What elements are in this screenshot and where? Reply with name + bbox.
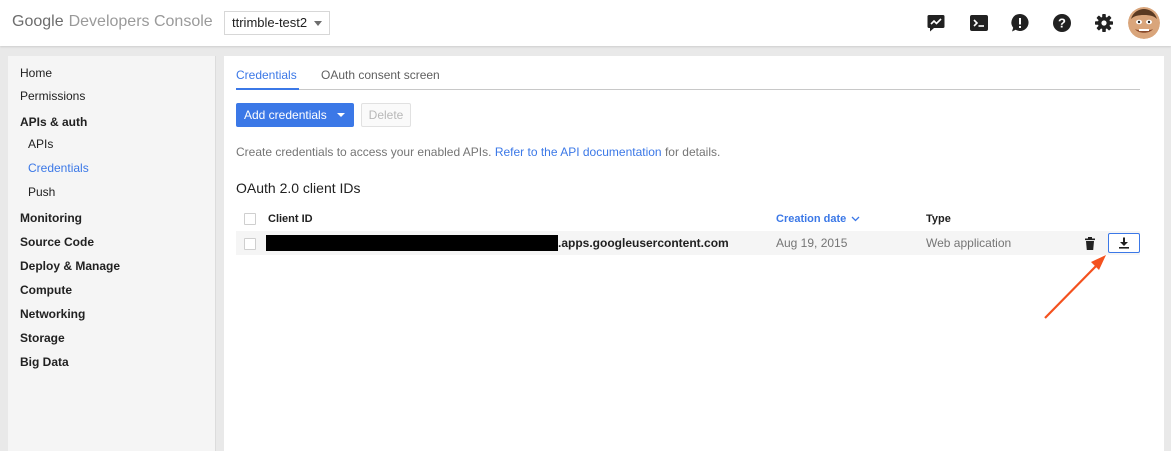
main-panel: Credentials OAuth consent screen Add cre… (224, 56, 1164, 451)
sidebar-item-storage[interactable]: Storage (20, 330, 65, 346)
column-header-creation-date[interactable]: Creation date (776, 213, 860, 225)
intro-sentence: Create credentials to access your enable… (236, 145, 492, 159)
sidebar-item-permissions[interactable]: Permissions (20, 88, 85, 104)
caret-down-icon (337, 113, 345, 117)
tab-credentials[interactable]: Credentials (236, 68, 297, 82)
project-name: ttrimble-test2 (232, 15, 308, 30)
console-logo[interactable]: Google Developers Console (12, 12, 213, 32)
project-selector[interactable]: ttrimble-test2 (224, 11, 330, 35)
brand-name: Google (12, 13, 64, 30)
sidebar-item-apis[interactable]: APIs (28, 136, 53, 152)
tabs-divider (236, 89, 1140, 90)
sort-descending-icon (851, 216, 860, 222)
svg-text:?: ? (1058, 16, 1066, 31)
cloud-shell-icon[interactable] (969, 13, 989, 33)
notifications-icon[interactable] (1010, 13, 1030, 33)
row-checkbox[interactable] (244, 238, 256, 250)
trash-icon[interactable] (1084, 237, 1096, 250)
product-name: Developers Console (68, 13, 213, 30)
help-icon[interactable]: ? (1052, 13, 1072, 33)
sidebar: Home Permissions APIs & auth APIs Creden… (8, 56, 216, 451)
sidebar-item-push[interactable]: Push (28, 184, 55, 200)
sidebar-item-source-code[interactable]: Source Code (20, 234, 94, 250)
settings-icon[interactable] (1094, 13, 1114, 33)
sidebar-item-credentials[interactable]: Credentials (28, 160, 89, 176)
delete-button[interactable]: Delete (361, 103, 411, 127)
active-tab-indicator (236, 88, 299, 90)
sidebar-item-networking[interactable]: Networking (20, 306, 85, 322)
type-cell: Web application (926, 236, 1012, 250)
download-icon (1119, 237, 1129, 249)
api-docs-link[interactable]: Refer to the API documentation (495, 145, 662, 159)
chevron-down-icon (314, 21, 322, 26)
top-bar: Google Developers Console ttrimble-test2 … (0, 0, 1171, 46)
tab-oauth-consent-screen[interactable]: OAuth consent screen (321, 68, 440, 82)
select-all-checkbox[interactable] (244, 213, 256, 225)
intro-text: Create credentials to access your enable… (236, 145, 720, 159)
creation-date-label: Creation date (776, 213, 847, 225)
client-id-cell[interactable]: .apps.googleusercontent.com (558, 236, 729, 250)
download-json-button[interactable] (1108, 233, 1140, 253)
sidebar-item-compute[interactable]: Compute (20, 282, 72, 298)
sidebar-item-monitoring[interactable]: Monitoring (20, 210, 82, 226)
sidebar-item-deploy-manage[interactable]: Deploy & Manage (20, 258, 120, 274)
avatar[interactable] (1128, 7, 1160, 39)
redacted-client-id (266, 235, 558, 251)
add-credentials-label: Add credentials (244, 108, 327, 122)
column-header-client-id[interactable]: Client ID (268, 213, 313, 225)
intro-suffix: for details. (664, 145, 721, 159)
sidebar-item-home[interactable]: Home (20, 65, 52, 81)
column-header-type[interactable]: Type (926, 213, 951, 225)
activity-icon[interactable] (926, 13, 946, 33)
add-credentials-button[interactable]: Add credentials (236, 103, 354, 127)
sidebar-item-apis-auth[interactable]: APIs & auth (20, 114, 87, 130)
sidebar-item-big-data[interactable]: Big Data (20, 354, 69, 370)
creation-date-cell: Aug 19, 2015 (776, 236, 848, 250)
section-title: OAuth 2.0 client IDs (236, 180, 361, 196)
